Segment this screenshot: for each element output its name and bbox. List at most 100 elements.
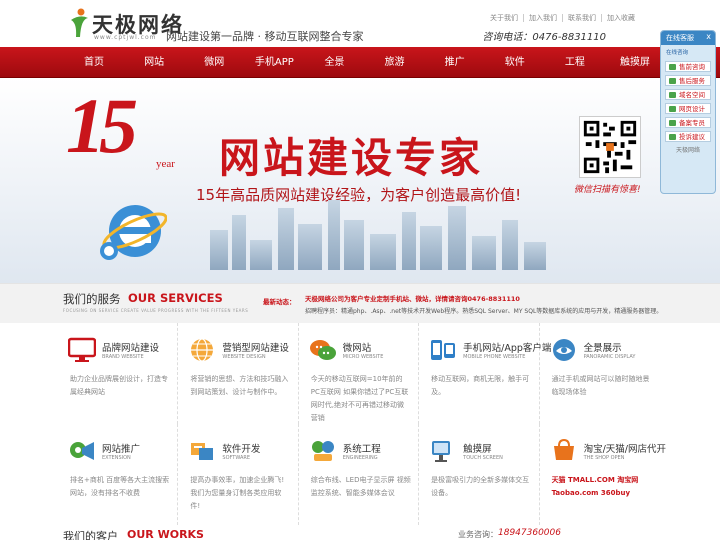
service-title: 网站推广 bbox=[102, 444, 141, 455]
cs-item-label: 投诉建议 bbox=[679, 133, 705, 141]
link-about[interactable]: 关于我们 bbox=[485, 14, 523, 22]
biz-phone: 18947360006 bbox=[498, 528, 561, 538]
chat-icon bbox=[669, 120, 676, 126]
nav-travel[interactable]: 旅游 bbox=[368, 47, 422, 78]
service-title: 全景展示 bbox=[583, 343, 622, 354]
cs-item-label: 售后服务 bbox=[679, 77, 705, 85]
nav-home[interactable]: 首页 bbox=[67, 47, 121, 78]
services-bar: 我们的服务 OUR SERVICES FOCUSING ON SERVICE C… bbox=[0, 283, 720, 323]
service-desc: 是极富吸引力的全新多媒体交互设备。 bbox=[431, 476, 530, 497]
service-en: ENGINEERING bbox=[342, 455, 378, 461]
service-en: THE SHOP OPEN bbox=[583, 455, 625, 461]
news-label: 最新动态： bbox=[263, 298, 296, 306]
service-en: EXTENSION bbox=[102, 455, 131, 461]
nav-promotion[interactable]: 推广 bbox=[428, 47, 482, 78]
cs-item-label: 备案专员 bbox=[679, 119, 705, 127]
cs-item-label: 售前咨询 bbox=[679, 63, 705, 71]
cs-item-complaint[interactable]: 投诉建议 bbox=[665, 131, 711, 142]
service-engineering[interactable]: 系统工程 ENGINEERING 综合布线、LED电子显示屏 视频监控系统、智能… bbox=[299, 424, 420, 525]
biz-label: 业务咨询： bbox=[458, 530, 498, 539]
ie-logo-icon bbox=[100, 205, 167, 260]
nav-website[interactable]: 网站 bbox=[127, 47, 181, 78]
hero-banner[interactable]: 15 year 网站建设专家 15年高品质网站建设经验，为客户创造最高价值! 微… bbox=[0, 78, 720, 283]
globe-icon bbox=[191, 338, 214, 362]
service-title: 品牌网站建设 bbox=[102, 343, 160, 354]
works-title: 我们的客户 bbox=[63, 530, 118, 540]
service-micro-website[interactable]: 微网站 MICRO WEBSITE 今天的移动互联网=10年前的PC互联网 如果… bbox=[299, 323, 420, 424]
service-title: 手机网站/App客户端 bbox=[463, 343, 552, 354]
system-icon bbox=[311, 441, 334, 461]
service-brand-website[interactable]: 品牌网站建设 BRAND WEBSITE 助力企业品牌展创设计，打造专属经典网站 bbox=[58, 323, 179, 424]
service-shop-open[interactable]: 淘宝/天猫/网店代开 THE SHOP OPEN 天猫 TMALL.COM 淘宝… bbox=[540, 424, 666, 525]
nav-software[interactable]: 软件 bbox=[488, 47, 542, 78]
service-title: 软件开发 bbox=[222, 444, 261, 455]
service-desc: 将营销的思想、方法和技巧融入到网站策划、设计与制作中。 bbox=[190, 375, 289, 396]
service-extension[interactable]: 网站推广 EXTENSION 排名+商机 百度等各大主流搜索网站，没有排名不收费 bbox=[58, 424, 179, 525]
service-panoramic[interactable]: 全景展示 PANORAMIC DISPLAY 通过手机或网站可以随时随地景临现场… bbox=[540, 323, 660, 424]
services-title-en: OUR SERVICES bbox=[128, 291, 223, 305]
cs-item-webdesign[interactable]: 网页设计 bbox=[665, 103, 711, 114]
cs-footer: 天极网络 bbox=[675, 147, 700, 154]
qr-code-icon bbox=[579, 116, 641, 178]
customer-service-panel: 在线客服 x 在线咨询 售前咨询 售后服务 域名空间 网页设计 备案专员 投诉建… bbox=[660, 30, 716, 194]
monitor-icon bbox=[68, 337, 96, 362]
service-desc: 助力企业品牌展创设计，打造专属经典网站 bbox=[70, 375, 168, 396]
top-links: 关于我们 加入我们 联系我们 加入收藏 bbox=[485, 13, 640, 23]
chat-icon bbox=[669, 134, 676, 140]
nav-engineering[interactable]: 工程 bbox=[548, 47, 602, 78]
cs-item-aftersale[interactable]: 售后服务 bbox=[665, 75, 711, 86]
city-skyline bbox=[190, 198, 570, 270]
works-bar: 我们的客户 OUR WORKS 业务咨询： 18947360006 bbox=[0, 525, 720, 540]
chat-icon bbox=[669, 64, 676, 70]
service-desc: 综合布线、LED电子显示屏 视频监控系统、智能多媒体会议 bbox=[310, 476, 411, 497]
link-favorite[interactable]: 加入收藏 bbox=[601, 14, 640, 22]
touch-icon bbox=[432, 441, 451, 462]
banner-number: 15 bbox=[66, 82, 138, 169]
software-icon bbox=[191, 443, 214, 460]
service-title: 系统工程 bbox=[342, 444, 381, 455]
service-title: 触摸屏 bbox=[463, 444, 492, 455]
qr-caption: 微信扫描有惊喜! bbox=[574, 185, 641, 195]
logo-icon[interactable] bbox=[68, 8, 90, 38]
header: 天极网络 www.cptjwl.com 网站建设第一品牌 · 移动互联网整合专家… bbox=[0, 0, 720, 47]
service-desc: 天猫 TMALL.COM 淘宝网 Taobao.com 360buy bbox=[551, 476, 639, 497]
chat-icon bbox=[669, 92, 676, 98]
nav-touchscreen[interactable]: 触摸屏 bbox=[608, 47, 662, 78]
cs-subtitle: 在线咨询 bbox=[666, 50, 689, 56]
cs-item-filing[interactable]: 备案专员 bbox=[665, 117, 711, 128]
news-text[interactable]: 招聘程序员：精通php、.Asp、.net等技术开发Web程序。熟悉SQL Se… bbox=[305, 306, 662, 315]
nav-panorama[interactable]: 全景 bbox=[307, 47, 361, 78]
service-website-design[interactable]: 营销型网站建设 WEBSITE DESIGN 将营销的思想、方法和技巧融入到网站… bbox=[178, 323, 299, 424]
service-desc: 今天的移动互联网=10年前的PC互联网 如果你错过了PC互联网时代,绝对不可再错… bbox=[310, 375, 409, 422]
cs-item-domain[interactable]: 域名空间 bbox=[665, 89, 711, 100]
link-contact[interactable]: 联系我们 bbox=[562, 14, 601, 22]
service-touch-screen[interactable]: 触摸屏 TOUCH SCREEN 是极富吸引力的全新多媒体交互设备。 bbox=[419, 424, 540, 525]
service-mobile-website[interactable]: 手机网站/App客户端 MOBILE PHONE WEBSITE 移动互联网，商… bbox=[419, 323, 551, 424]
banner-year: year bbox=[156, 158, 175, 170]
banner-title: 网站建设专家 bbox=[219, 134, 483, 182]
service-desc: 移动互联网，商机无限，触手可及。 bbox=[431, 375, 530, 396]
service-row: 网站推广 EXTENSION 排名+商机 百度等各大主流搜索网站，没有排名不收费… bbox=[58, 424, 666, 525]
service-desc: 提高办事效率，加速企业腾飞!我们为您量身订制各类应用软件! bbox=[190, 476, 285, 510]
service-en: WEBSITE DESIGN bbox=[222, 354, 266, 360]
link-join[interactable]: 加入我们 bbox=[523, 14, 562, 22]
logo-subtext: www.cptjwl.com bbox=[94, 34, 157, 41]
services-title: 我们的服务 bbox=[63, 292, 121, 306]
cs-item-presale[interactable]: 售前咨询 bbox=[665, 61, 711, 72]
cs-item-label: 网页设计 bbox=[679, 105, 705, 113]
news-headline[interactable]: 天极网络公司为客户专业定制手机站、微站，详情请咨询0476-8831110 bbox=[305, 293, 520, 303]
nav-mobile-app[interactable]: 手机APP bbox=[247, 47, 301, 78]
service-en: BRAND WEBSITE bbox=[102, 354, 144, 360]
tagline: 网站建设第一品牌 · 移动互联网整合专家 bbox=[166, 30, 364, 43]
service-en: PANORAMIC DISPLAY bbox=[583, 354, 636, 360]
chat-icon bbox=[669, 78, 676, 84]
phone-number: 咨询电话：0476-8831110 bbox=[482, 32, 606, 43]
service-software[interactable]: 软件开发 SOFTWARE 提高办事效率，加速企业腾飞!我们为您量身订制各类应用… bbox=[178, 424, 299, 525]
main-nav: 首页 网站 微网 手机APP 全景 旅游 推广 软件 工程 触摸屏 bbox=[0, 47, 720, 78]
shop-icon bbox=[553, 438, 574, 460]
nav-microsite[interactable]: 微网 bbox=[187, 47, 241, 78]
service-desc: 通过手机或网站可以随时随地景临现场体验 bbox=[551, 375, 650, 396]
phone-icon bbox=[431, 340, 456, 360]
close-icon[interactable]: x bbox=[706, 32, 711, 41]
services-tagline: FOCUSING ON SERVICE CREATE VALUE PROGRES… bbox=[63, 308, 249, 313]
